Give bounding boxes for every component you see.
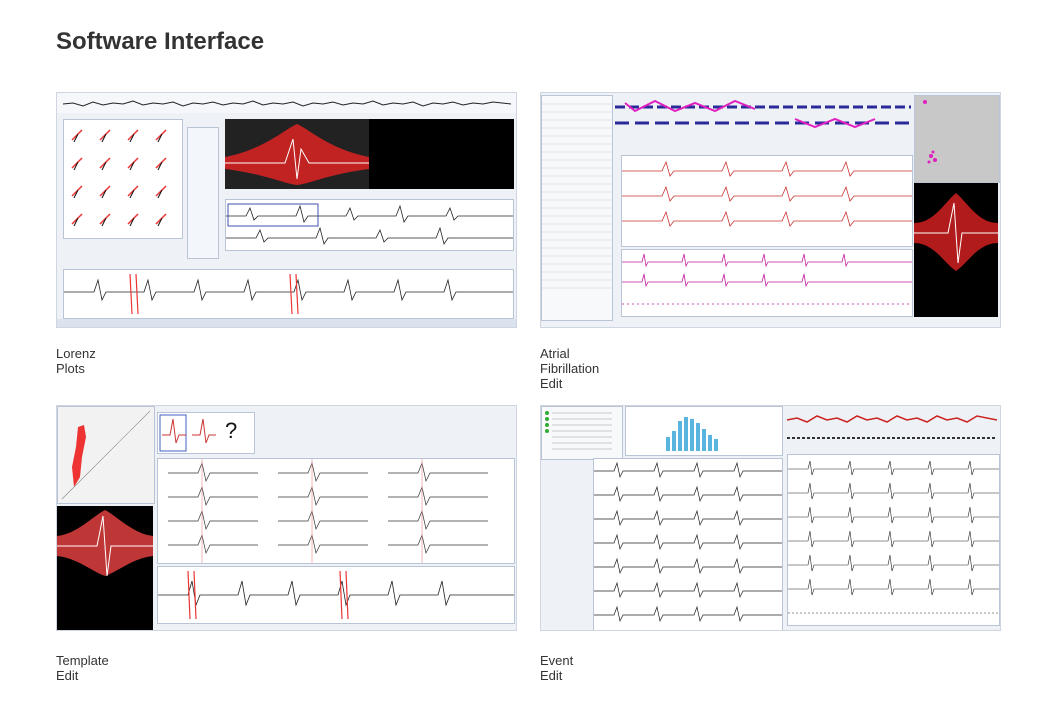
- event-list[interactable]: [541, 95, 613, 321]
- af-long-strip[interactable]: [621, 249, 913, 317]
- trend-strip: [63, 100, 511, 107]
- long-ecg-strip[interactable]: [63, 269, 514, 319]
- caption-lorenz-plots[interactable]: Lorenz Plots: [56, 346, 96, 376]
- section-title: Software Interface: [56, 28, 265, 55]
- caption-template-edit[interactable]: Template Edit: [56, 653, 109, 683]
- lorenz-grid[interactable]: [63, 119, 183, 239]
- scatter-box: [914, 95, 1000, 183]
- af-beat-grid[interactable]: [621, 155, 913, 247]
- event-12-lead[interactable]: [787, 454, 1000, 626]
- screenshot-lorenz-plots[interactable]: [56, 92, 517, 328]
- event-strip-list[interactable]: [593, 458, 783, 630]
- black-panel: [369, 119, 514, 189]
- ecg-strip-panel[interactable]: [225, 199, 514, 251]
- af-overlay: [914, 183, 998, 317]
- template-overlay: [57, 506, 153, 630]
- screenshot-atrial-fibrillation-edit[interactable]: [540, 92, 1001, 328]
- caption-atrial-fibrillation-edit[interactable]: Atrial Fibrillation Edit: [540, 346, 599, 391]
- screenshot-event-edit[interactable]: [540, 405, 1001, 631]
- af-trend: [615, 99, 911, 129]
- template-scatter: [57, 406, 155, 504]
- caption-event-edit[interactable]: Event Edit: [540, 653, 573, 683]
- template-beat-grid[interactable]: [157, 458, 515, 564]
- template-thumbnails[interactable]: [157, 412, 255, 454]
- screenshot-template-edit[interactable]: ?: [56, 405, 517, 631]
- event-type-list[interactable]: [541, 406, 623, 460]
- overlay-plot: [225, 119, 369, 189]
- event-histogram: [625, 406, 783, 456]
- template-long-strip[interactable]: [157, 566, 515, 624]
- template-column[interactable]: [187, 127, 219, 259]
- question-mark: ?: [225, 418, 238, 443]
- event-trend: [787, 415, 997, 439]
